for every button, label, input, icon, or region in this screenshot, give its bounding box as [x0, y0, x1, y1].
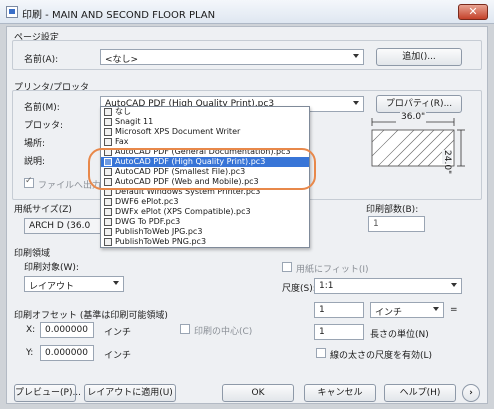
printer-icon — [104, 138, 112, 146]
fit-to-paper-label: 用紙にフィット(I) — [296, 265, 369, 275]
title-bar: 印刷 - MAIN AND SECOND FLOOR PLAN ✕ — [0, 0, 494, 24]
window-title: 印刷 - MAIN AND SECOND FLOOR PLAN — [22, 10, 216, 21]
location-label: 場所: — [24, 139, 46, 149]
printer-properties-button[interactable]: プロパティ(R)... — [376, 95, 462, 113]
fit-to-paper-checkbox[interactable] — [282, 262, 292, 272]
plotter-icon — [104, 228, 112, 236]
scale-unit-value: インチ — [375, 308, 403, 318]
lineweight-scale-checkbox[interactable] — [316, 348, 326, 358]
dropdown-item[interactable]: DWG To PDF.pc3 — [101, 217, 309, 227]
highlight-callout — [88, 148, 316, 190]
dropdown-item-label: DWG To PDF.pc3 — [115, 217, 181, 226]
offset-y-value: 0.000000 — [45, 348, 88, 358]
plot-target-value: レイアウト — [29, 282, 75, 292]
plotter-icon — [104, 208, 112, 216]
plotter-icon — [104, 218, 112, 226]
paper-size-value: ARCH D (36.0 — [29, 221, 91, 231]
dropdown-item[interactable]: DWF6 ePlot.pc3 — [101, 197, 309, 207]
apply-to-layout-button[interactable]: レイアウトに適用(U) — [84, 384, 176, 402]
dropdown-item[interactable]: Snagit 11 — [101, 117, 309, 127]
offset-heading: 印刷オフセット (基準は印刷可能領域) — [14, 311, 168, 321]
dropdown-item-label: なし — [115, 107, 131, 116]
cancel-button[interactable]: キャンセル — [304, 384, 376, 402]
copies-heading: 印刷部数(B): — [366, 205, 419, 215]
offset-x-label: X: — [26, 325, 36, 335]
dropdown-item-label: Microsoft XPS Document Writer — [115, 127, 241, 136]
offset-x-input[interactable]: 0.000000 — [40, 322, 94, 338]
chevron-down-icon — [113, 281, 119, 285]
preview-width-label: 36.0" — [400, 112, 427, 122]
scale-denominator-value: 1 — [319, 327, 325, 337]
plotter-icon — [104, 198, 112, 206]
length-unit-label: 長さの単位(N) — [370, 330, 429, 340]
plotter-label: プロッタ: — [24, 121, 64, 131]
dropdown-item[interactable]: DWFx ePlot (XPS Compatible).pc3 — [101, 207, 309, 217]
scale-numerator-value: 1 — [319, 305, 325, 315]
dropdown-item-label: DWFx ePlot (XPS Compatible).pc3 — [115, 207, 251, 216]
paper-size-heading: 用紙サイズ(Z) — [14, 205, 72, 215]
expand-button[interactable]: › — [462, 384, 480, 402]
scale-unit-select[interactable]: インチ — [370, 302, 444, 318]
add-page-setup-button[interactable]: 追加()... — [376, 48, 462, 66]
help-button[interactable]: ヘルプ(H) — [384, 384, 456, 402]
lineweight-scale-label: 線の太さの尺度を有効(L) — [330, 351, 433, 361]
center-plot-checkbox[interactable] — [180, 324, 190, 334]
plot-target-label: 印刷対象(W): — [24, 263, 79, 273]
page-setup-name-select[interactable]: <なし> — [100, 49, 364, 65]
description-label: 説明: — [24, 157, 46, 167]
plot-area-heading: 印刷領域 — [14, 249, 51, 259]
plot-target-select[interactable]: レイアウト — [24, 276, 124, 292]
dropdown-item-label: PublishToWeb PNG.pc3 — [115, 237, 207, 246]
preview-height-label: 24.0" — [442, 150, 452, 175]
ok-button[interactable]: OK — [222, 384, 294, 402]
dropdown-item-label: PublishToWeb JPG.pc3 — [115, 227, 203, 236]
printer-icon — [104, 108, 112, 116]
offset-x-value: 0.000000 — [45, 325, 88, 335]
dropdown-item-label: Fax — [115, 137, 129, 146]
page-setup-name-value: <なし> — [105, 55, 139, 65]
paper-size-select[interactable]: ARCH D (36.0 — [24, 218, 104, 234]
scale-value: 1:1 — [319, 281, 334, 291]
dropdown-item[interactable]: なし — [101, 107, 309, 117]
dropdown-item[interactable]: PublishToWeb JPG.pc3 — [101, 227, 309, 237]
copies-value: 1 — [373, 219, 379, 229]
scale-select[interactable]: 1:1 — [314, 278, 462, 294]
printer-icon — [104, 128, 112, 136]
plotter-icon — [104, 238, 112, 246]
print-to-file-checkbox[interactable] — [24, 176, 34, 188]
equals-sign: = — [450, 305, 458, 315]
page-setup-name-label: 名前(A): — [24, 55, 59, 65]
offset-y-unit: インチ — [104, 351, 132, 361]
center-plot-label: 印刷の中心(C) — [194, 327, 253, 337]
chevron-down-icon — [433, 307, 439, 311]
dropdown-item-label: DWF6 ePlot.pc3 — [115, 197, 179, 206]
scale-label: 尺度(S): — [282, 284, 316, 294]
scale-numerator-input[interactable]: 1 — [314, 302, 364, 318]
dropdown-item[interactable]: Microsoft XPS Document Writer — [101, 127, 309, 137]
offset-y-label: Y: — [26, 348, 34, 358]
printer-icon — [104, 118, 112, 126]
offset-y-input[interactable]: 0.000000 — [40, 345, 94, 361]
close-button[interactable]: ✕ — [458, 4, 488, 20]
offset-x-unit: インチ — [104, 328, 132, 338]
copies-spinner[interactable] — [424, 216, 436, 232]
app-icon — [6, 6, 18, 18]
scale-denominator-input[interactable]: 1 — [314, 324, 364, 340]
chevron-down-icon — [353, 54, 359, 58]
chevron-down-icon — [353, 101, 359, 105]
preview-button[interactable]: プレビュー(P)... — [14, 384, 81, 402]
dropdown-item[interactable]: PublishToWeb PNG.pc3 — [101, 237, 309, 247]
dropdown-item-label: Snagit 11 — [115, 117, 154, 126]
dropdown-item[interactable]: Fax — [101, 137, 309, 147]
printer-name-label: 名前(M): — [24, 103, 60, 113]
chevron-down-icon — [451, 283, 457, 287]
